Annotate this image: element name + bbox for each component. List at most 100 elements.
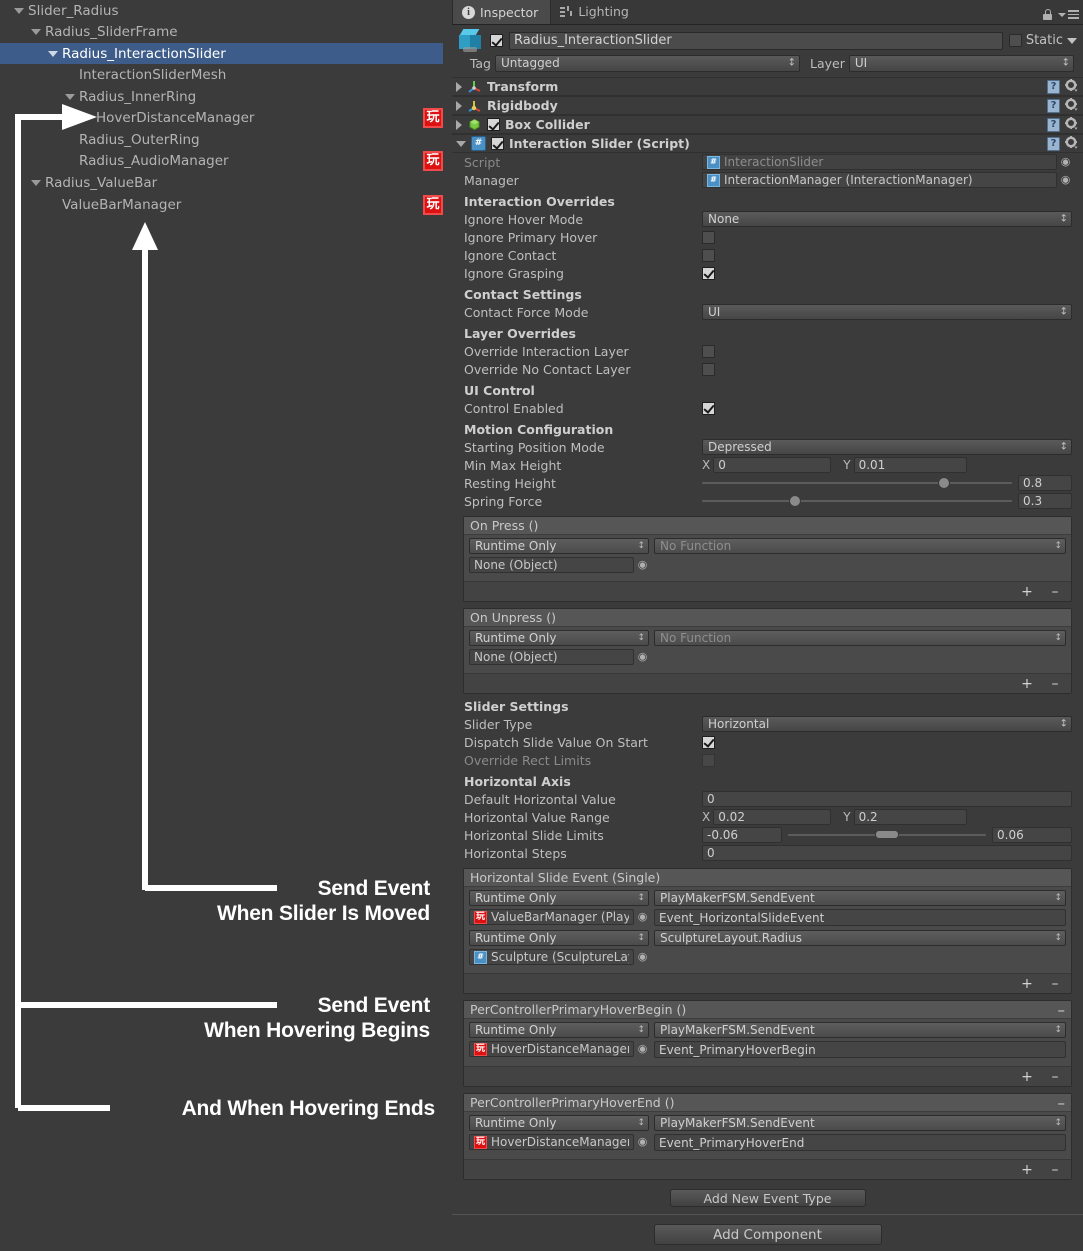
- object-picker-icon[interactable]: ◉: [1059, 173, 1072, 187]
- disclosure-triangle-icon[interactable]: [14, 7, 24, 14]
- checkbox[interactable]: [702, 401, 715, 415]
- tab-lighting[interactable]: Lighting: [551, 0, 641, 24]
- add-listener-button[interactable]: +: [1013, 1163, 1041, 1177]
- checkbox[interactable]: [702, 230, 715, 244]
- disclosure-triangle-icon[interactable]: [31, 28, 41, 35]
- object-picker-icon[interactable]: ◉: [1059, 155, 1072, 169]
- foldout-triangle-icon[interactable]: [456, 140, 466, 147]
- minmax-slider-track[interactable]: [788, 830, 986, 839]
- hierarchy-row-radius-interactionslider[interactable]: Radius_InteractionSlider: [0, 43, 443, 64]
- remove-event-button[interactable]: –: [1058, 1095, 1066, 1110]
- min-value-field[interactable]: -0.06: [702, 827, 782, 843]
- event-object-field[interactable]: 玩 HoverDistanceManager (P: [469, 1041, 634, 1057]
- event-function-dropdown[interactable]: No Function: [654, 538, 1066, 554]
- checkbox[interactable]: [702, 735, 715, 749]
- add-component-button[interactable]: Add Component: [653, 1224, 882, 1245]
- component-header-interaction-slider-script[interactable]: # Interaction Slider (Script)?: [452, 134, 1083, 153]
- hierarchy-row-radius-outerring[interactable]: Radius_OuterRing: [0, 129, 443, 150]
- dropdown-ignore-hover-mode[interactable]: None: [702, 211, 1072, 227]
- hierarchy-row-slider-radius[interactable]: Slider_Radius: [0, 0, 443, 21]
- slider-handle[interactable]: [937, 477, 950, 489]
- object-picker-icon[interactable]: ◉: [636, 910, 649, 924]
- y-value-field[interactable]: 0.01: [853, 457, 967, 473]
- slider-value-field[interactable]: 0.3: [1018, 493, 1072, 509]
- gear-icon[interactable]: [1065, 135, 1078, 152]
- object-picker-icon[interactable]: ◉: [636, 1042, 649, 1056]
- lock-icon[interactable]: [1043, 9, 1052, 20]
- event-function-dropdown[interactable]: No Function: [654, 630, 1066, 646]
- object-picker-icon[interactable]: ◉: [636, 950, 649, 964]
- help-icon[interactable]: ?: [1047, 79, 1060, 94]
- x-value-field[interactable]: 0: [713, 457, 832, 473]
- remove-listener-button[interactable]: –: [1041, 677, 1069, 691]
- component-header-rigidbody[interactable]: Rigidbody?: [452, 96, 1083, 115]
- event-mode-dropdown[interactable]: Runtime Only: [469, 890, 649, 906]
- remove-listener-button[interactable]: –: [1041, 977, 1069, 991]
- hierarchy-row-interactionslidermesh[interactable]: InteractionSliderMesh: [0, 64, 443, 85]
- event-object-field[interactable]: None (Object): [469, 649, 634, 665]
- help-icon[interactable]: ?: [1047, 98, 1060, 113]
- object-field-script[interactable]: # InteractionSlider: [702, 154, 1057, 170]
- text-field[interactable]: 0: [702, 845, 1072, 861]
- checkbox[interactable]: [702, 344, 715, 358]
- help-icon[interactable]: ?: [1047, 136, 1060, 151]
- tag-dropdown[interactable]: Untagged: [495, 54, 800, 72]
- checkbox[interactable]: [702, 362, 715, 376]
- add-listener-button[interactable]: +: [1013, 677, 1041, 691]
- object-picker-icon[interactable]: ◉: [636, 650, 649, 664]
- event-function-dropdown[interactable]: SculptureLayout.Radius: [654, 930, 1066, 946]
- help-icon[interactable]: ?: [1047, 117, 1060, 132]
- event-object-field[interactable]: None (Object): [469, 557, 634, 573]
- add-listener-button[interactable]: +: [1013, 1070, 1041, 1084]
- remove-listener-button[interactable]: –: [1041, 1070, 1069, 1084]
- gear-icon[interactable]: [1065, 97, 1078, 114]
- gameobject-name-field[interactable]: Radius_InteractionSlider: [509, 31, 1003, 50]
- event-mode-dropdown[interactable]: Runtime Only: [469, 1022, 649, 1038]
- gear-icon[interactable]: [1065, 78, 1078, 95]
- event-object-field[interactable]: # Sculpture (SculptureLayou: [469, 949, 634, 965]
- event-object-field[interactable]: 玩 ValueBarManager (PlayMa: [469, 909, 634, 925]
- x-value-field[interactable]: 0.02: [713, 809, 832, 825]
- add-listener-button[interactable]: +: [1013, 585, 1041, 599]
- gear-icon[interactable]: [1065, 116, 1078, 133]
- checkbox[interactable]: [702, 753, 715, 767]
- minmax-slider-handle[interactable]: [875, 830, 899, 839]
- text-field[interactable]: 0: [702, 791, 1072, 807]
- max-value-field[interactable]: 0.06: [992, 827, 1072, 843]
- event-mode-dropdown[interactable]: Runtime Only: [469, 538, 649, 554]
- event-mode-dropdown[interactable]: Runtime Only: [469, 630, 649, 646]
- y-value-field[interactable]: 0.2: [853, 809, 967, 825]
- checkbox[interactable]: [702, 248, 715, 262]
- hierarchy-row-valuebarmanager[interactable]: ValueBarManager: [0, 194, 443, 215]
- object-field-manager[interactable]: # InteractionManager (InteractionManager): [702, 172, 1057, 188]
- dropdown-contact-force-mode[interactable]: UI: [702, 304, 1072, 320]
- hierarchy-row-radius-innerring[interactable]: Radius_InnerRing: [0, 86, 443, 107]
- foldout-triangle-icon[interactable]: [456, 119, 462, 130]
- object-picker-icon[interactable]: ◉: [636, 1135, 649, 1149]
- static-group[interactable]: Static: [1008, 33, 1077, 48]
- event-function-dropdown[interactable]: PlayMakerFSM.SendEvent: [654, 890, 1066, 906]
- component-header-box-collider[interactable]: Box Collider?: [452, 115, 1083, 134]
- event-argument-field[interactable]: Event_PrimaryHoverEnd: [654, 1134, 1066, 1151]
- event-argument-field[interactable]: Event_HorizontalSlideEvent: [654, 909, 1066, 926]
- slider-track[interactable]: [702, 477, 1012, 489]
- add-new-event-type-button[interactable]: Add New Event Type: [669, 1189, 866, 1207]
- gameobject-enabled-checkbox[interactable]: [490, 34, 503, 47]
- component-header-transform[interactable]: Transform?: [452, 77, 1083, 96]
- layer-dropdown[interactable]: UI: [848, 54, 1074, 72]
- static-dropdown-icon[interactable]: [1067, 37, 1077, 44]
- event-object-field[interactable]: 玩 HoverDistanceManager (P: [469, 1134, 634, 1150]
- event-mode-dropdown[interactable]: Runtime Only: [469, 930, 649, 946]
- event-function-dropdown[interactable]: PlayMakerFSM.SendEvent: [654, 1115, 1066, 1131]
- add-listener-button[interactable]: +: [1013, 977, 1041, 991]
- component-enabled-checkbox[interactable]: [487, 118, 500, 131]
- hierarchy-row-radius-audiomanager[interactable]: Radius_AudioManager: [0, 150, 443, 171]
- remove-listener-button[interactable]: –: [1041, 585, 1069, 599]
- dropdown-starting-position-mode[interactable]: Depressed: [702, 439, 1072, 455]
- disclosure-triangle-icon[interactable]: [31, 179, 41, 186]
- object-picker-icon[interactable]: ◉: [636, 558, 649, 572]
- event-function-dropdown[interactable]: PlayMakerFSM.SendEvent: [654, 1022, 1066, 1038]
- foldout-triangle-icon[interactable]: [456, 100, 462, 111]
- hierarchy-row-hoverdistancemanager[interactable]: HoverDistanceManager: [0, 107, 443, 128]
- component-enabled-checkbox[interactable]: [491, 137, 504, 150]
